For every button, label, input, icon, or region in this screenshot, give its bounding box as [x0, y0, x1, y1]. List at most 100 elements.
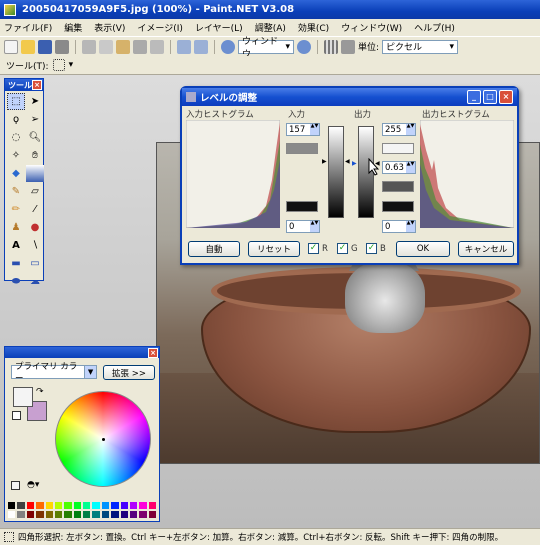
- palette-swatch[interactable]: [147, 501, 157, 510]
- palette-swatch[interactable]: [110, 501, 120, 510]
- palette-swatch[interactable]: [138, 510, 148, 519]
- cancel-button[interactable]: キャンセル: [458, 241, 514, 257]
- palette-swatch[interactable]: [44, 501, 54, 510]
- save-icon[interactable]: [38, 39, 52, 54]
- palette-swatch[interactable]: [72, 510, 82, 519]
- r-checkbox[interactable]: ✓: [308, 243, 319, 254]
- primary-color-swatch[interactable]: [13, 387, 33, 407]
- close-icon[interactable]: ×: [499, 90, 513, 104]
- copy-icon[interactable]: [99, 39, 113, 54]
- close-icon[interactable]: ×: [32, 80, 42, 90]
- text-icon[interactable]: A: [7, 237, 25, 254]
- output-low-field[interactable]: 0 ▲▼: [382, 220, 416, 233]
- redo-icon[interactable]: [194, 39, 208, 54]
- palette-swatch[interactable]: [128, 510, 139, 519]
- menu-adjustments[interactable]: 調整(A): [255, 21, 286, 34]
- palette-swatch[interactable]: [53, 510, 64, 519]
- menu-effects[interactable]: 効果(C): [298, 21, 329, 34]
- input-slider-handle-right[interactable]: ◀: [345, 158, 350, 165]
- palette-swatch[interactable]: [100, 510, 111, 519]
- lasso-icon[interactable]: ϙ: [7, 111, 25, 128]
- maximize-icon[interactable]: □: [483, 90, 497, 104]
- close-icon[interactable]: ×: [148, 347, 158, 358]
- eraser-icon[interactable]: ▱: [26, 183, 44, 200]
- palette-options-icon[interactable]: ◓▾: [27, 480, 39, 490]
- palette-swatch[interactable]: [91, 510, 101, 519]
- ruler-icon[interactable]: [341, 39, 355, 54]
- ellipse-select-icon[interactable]: ◌: [7, 129, 25, 146]
- primary-color-select[interactable]: プライマリ カラー ▼: [11, 362, 97, 384]
- output-gamma-handle[interactable]: ▶: [352, 160, 357, 167]
- new-icon[interactable]: [4, 39, 18, 54]
- menu-help[interactable]: ヘルプ(H): [414, 21, 455, 34]
- palette-swatch[interactable]: [63, 501, 73, 510]
- palette-swatch[interactable]: [138, 501, 148, 510]
- input-slider-handle[interactable]: ▶: [322, 158, 327, 165]
- pan-icon[interactable]: ✋︎: [26, 147, 44, 164]
- color-picker-icon[interactable]: ⁄: [26, 201, 44, 218]
- clone-stamp-icon[interactable]: ♟︎: [7, 219, 25, 236]
- spin-arrows-icon[interactable]: ▲▼: [406, 124, 415, 135]
- spin-arrows-icon[interactable]: ▲▼: [406, 221, 415, 232]
- rounded-rect-icon[interactable]: ▭: [26, 255, 44, 272]
- palette-swatch[interactable]: [91, 501, 101, 510]
- rect-select-icon[interactable]: [52, 59, 65, 71]
- palette-swatch[interactable]: [147, 510, 157, 519]
- menu-edit[interactable]: 編集: [64, 21, 82, 34]
- input-low-swatch[interactable]: [286, 201, 318, 212]
- cut-icon[interactable]: [82, 39, 96, 54]
- print-icon[interactable]: [55, 39, 69, 54]
- expand-button[interactable]: 拡張 >>: [103, 365, 155, 380]
- move-icon[interactable]: ➤: [26, 93, 44, 110]
- output-high-swatch[interactable]: [382, 143, 414, 154]
- palette-swatch[interactable]: [82, 501, 92, 510]
- zoom-icon[interactable]: 🔍︎: [26, 129, 44, 146]
- open-icon[interactable]: [21, 39, 35, 54]
- bucket-icon[interactable]: ◆: [7, 165, 25, 182]
- zoom-in-icon[interactable]: [297, 39, 311, 54]
- palette-swatch[interactable]: [63, 510, 73, 519]
- input-high-swatch[interactable]: [286, 143, 318, 154]
- palette-swatch[interactable]: [110, 510, 120, 519]
- freeform-shape-icon[interactable]: ☁︎: [26, 273, 44, 290]
- swap-colors-icon[interactable]: ↷: [36, 387, 44, 397]
- output-gamma-field[interactable]: 0.63 ▲▼: [382, 161, 416, 174]
- palette-swatch[interactable]: [72, 501, 82, 510]
- palette-swatch[interactable]: [16, 501, 26, 510]
- g-checkbox[interactable]: ✓: [337, 243, 348, 254]
- input-high-field[interactable]: 157 ▲▼: [286, 123, 320, 136]
- zoom-combo[interactable]: ウィンドウ ▾: [238, 37, 294, 60]
- palette-swatch[interactable]: [128, 501, 139, 510]
- zoom-out-icon[interactable]: [221, 39, 235, 54]
- move-selection-icon[interactable]: ➢: [26, 111, 44, 128]
- b-checkbox[interactable]: ✓: [366, 243, 377, 254]
- gradient-icon[interactable]: [26, 165, 44, 182]
- crop-icon[interactable]: [133, 39, 147, 54]
- palette-swatch[interactable]: [44, 510, 54, 519]
- palette-swatch[interactable]: [25, 510, 36, 519]
- menu-window[interactable]: ウィンドウ(W): [341, 21, 402, 34]
- spin-arrows-icon[interactable]: ▲▼: [310, 221, 319, 232]
- undo-icon[interactable]: [177, 39, 191, 54]
- palette-swatch[interactable]: [119, 510, 129, 519]
- rect-select-icon[interactable]: ⬚: [7, 93, 25, 110]
- reset-button[interactable]: リセット: [248, 241, 300, 257]
- menu-view[interactable]: 表示(V): [94, 21, 125, 34]
- palette-swatch[interactable]: [16, 510, 26, 519]
- output-low-swatch[interactable]: [382, 201, 414, 212]
- minimize-icon[interactable]: _: [467, 90, 481, 104]
- palette-swatch[interactable]: [53, 501, 64, 510]
- chevron-down-icon[interactable]: ▾: [69, 60, 74, 70]
- recolor-icon[interactable]: ●: [26, 219, 44, 236]
- menu-file[interactable]: ファイル(F): [4, 21, 52, 34]
- output-high-field[interactable]: 255 ▲▼: [382, 123, 416, 136]
- palette-swatch[interactable]: [82, 510, 92, 519]
- palette-swatch[interactable]: [25, 501, 36, 510]
- rectangle-icon[interactable]: ▬: [7, 255, 25, 272]
- palette-swatch[interactable]: [35, 501, 45, 510]
- magic-wand-icon[interactable]: ✧: [7, 147, 25, 164]
- menu-layers[interactable]: レイヤー(L): [195, 21, 243, 34]
- spin-arrows-icon[interactable]: ▲▼: [406, 162, 415, 173]
- palette-swatch[interactable]: [119, 501, 129, 510]
- paste-icon[interactable]: [116, 39, 130, 54]
